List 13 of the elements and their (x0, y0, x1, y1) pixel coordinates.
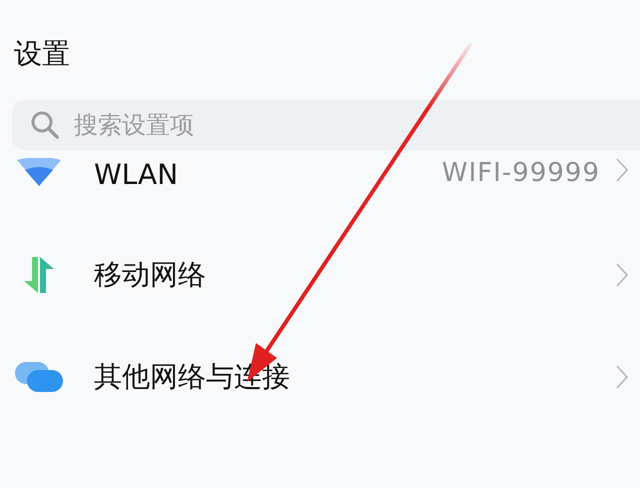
page-title: 设置 (13, 36, 71, 72)
search-field[interactable]: 搜索设置项 (12, 100, 640, 150)
bubbles-icon (15, 362, 63, 392)
chevron-icon (616, 263, 628, 287)
row-label: WLAN (94, 158, 180, 191)
row-value: WIFI-99999 (442, 158, 600, 188)
chevron-icon (616, 365, 628, 389)
wifi-icon (16, 158, 62, 188)
settings-row[interactable]: WLAN WIFI-99999 (0, 148, 640, 224)
settings-row[interactable]: 移动网络 (0, 224, 640, 326)
up-down-arrows-icon (22, 255, 56, 295)
chevron-icon (616, 158, 628, 182)
row-label: 移动网络 (94, 257, 207, 293)
